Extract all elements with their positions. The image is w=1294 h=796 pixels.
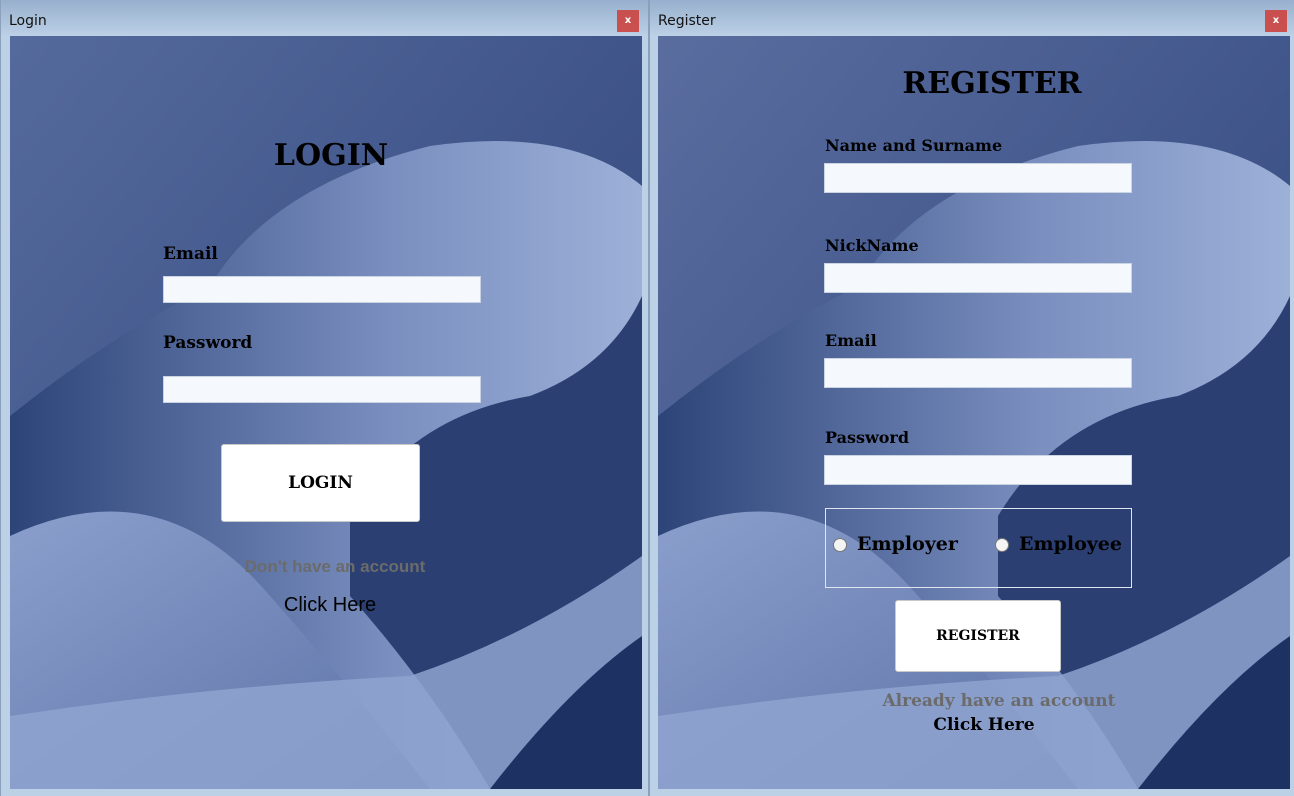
login-button[interactable]: LOGIN: [221, 444, 420, 522]
register-heading: REGISTER: [902, 66, 1082, 101]
password-label: Password: [163, 333, 253, 353]
register-email-input[interactable]: [824, 358, 1132, 388]
employer-label[interactable]: Employer: [857, 533, 958, 555]
register-window-title: Register: [658, 13, 716, 29]
email-label: Email: [163, 244, 218, 264]
email-input[interactable]: [163, 276, 481, 303]
no-account-text: Don't have an account: [244, 557, 426, 576]
register-close-button[interactable]: x: [1265, 10, 1287, 32]
employee-label[interactable]: Employee: [1019, 533, 1122, 555]
name-input[interactable]: [824, 163, 1132, 193]
login-click-here-link[interactable]: Click Here: [933, 715, 1034, 735]
register-window: Register x: [649, 0, 1294, 796]
login-window-title: Login: [9, 13, 47, 29]
register-password-input[interactable]: [824, 455, 1132, 485]
name-label: Name and Surname: [825, 136, 1003, 155]
nickname-label: NickName: [825, 236, 919, 255]
register-button[interactable]: REGISTER: [895, 600, 1061, 672]
nickname-input[interactable]: [824, 263, 1132, 293]
have-account-text: Already have an account: [882, 691, 1116, 711]
register-email-label: Email: [825, 331, 877, 350]
employee-radio[interactable]: [995, 538, 1009, 552]
login-close-button[interactable]: x: [617, 10, 639, 32]
login-heading: LOGIN: [273, 138, 389, 173]
password-input[interactable]: [163, 376, 481, 403]
login-window: Login x LOGIN Email Password LOGIN Don't…: [0, 0, 649, 796]
signup-click-here-link[interactable]: Click Here: [284, 594, 376, 617]
register-password-label: Password: [825, 428, 910, 447]
employer-radio[interactable]: [833, 538, 847, 552]
